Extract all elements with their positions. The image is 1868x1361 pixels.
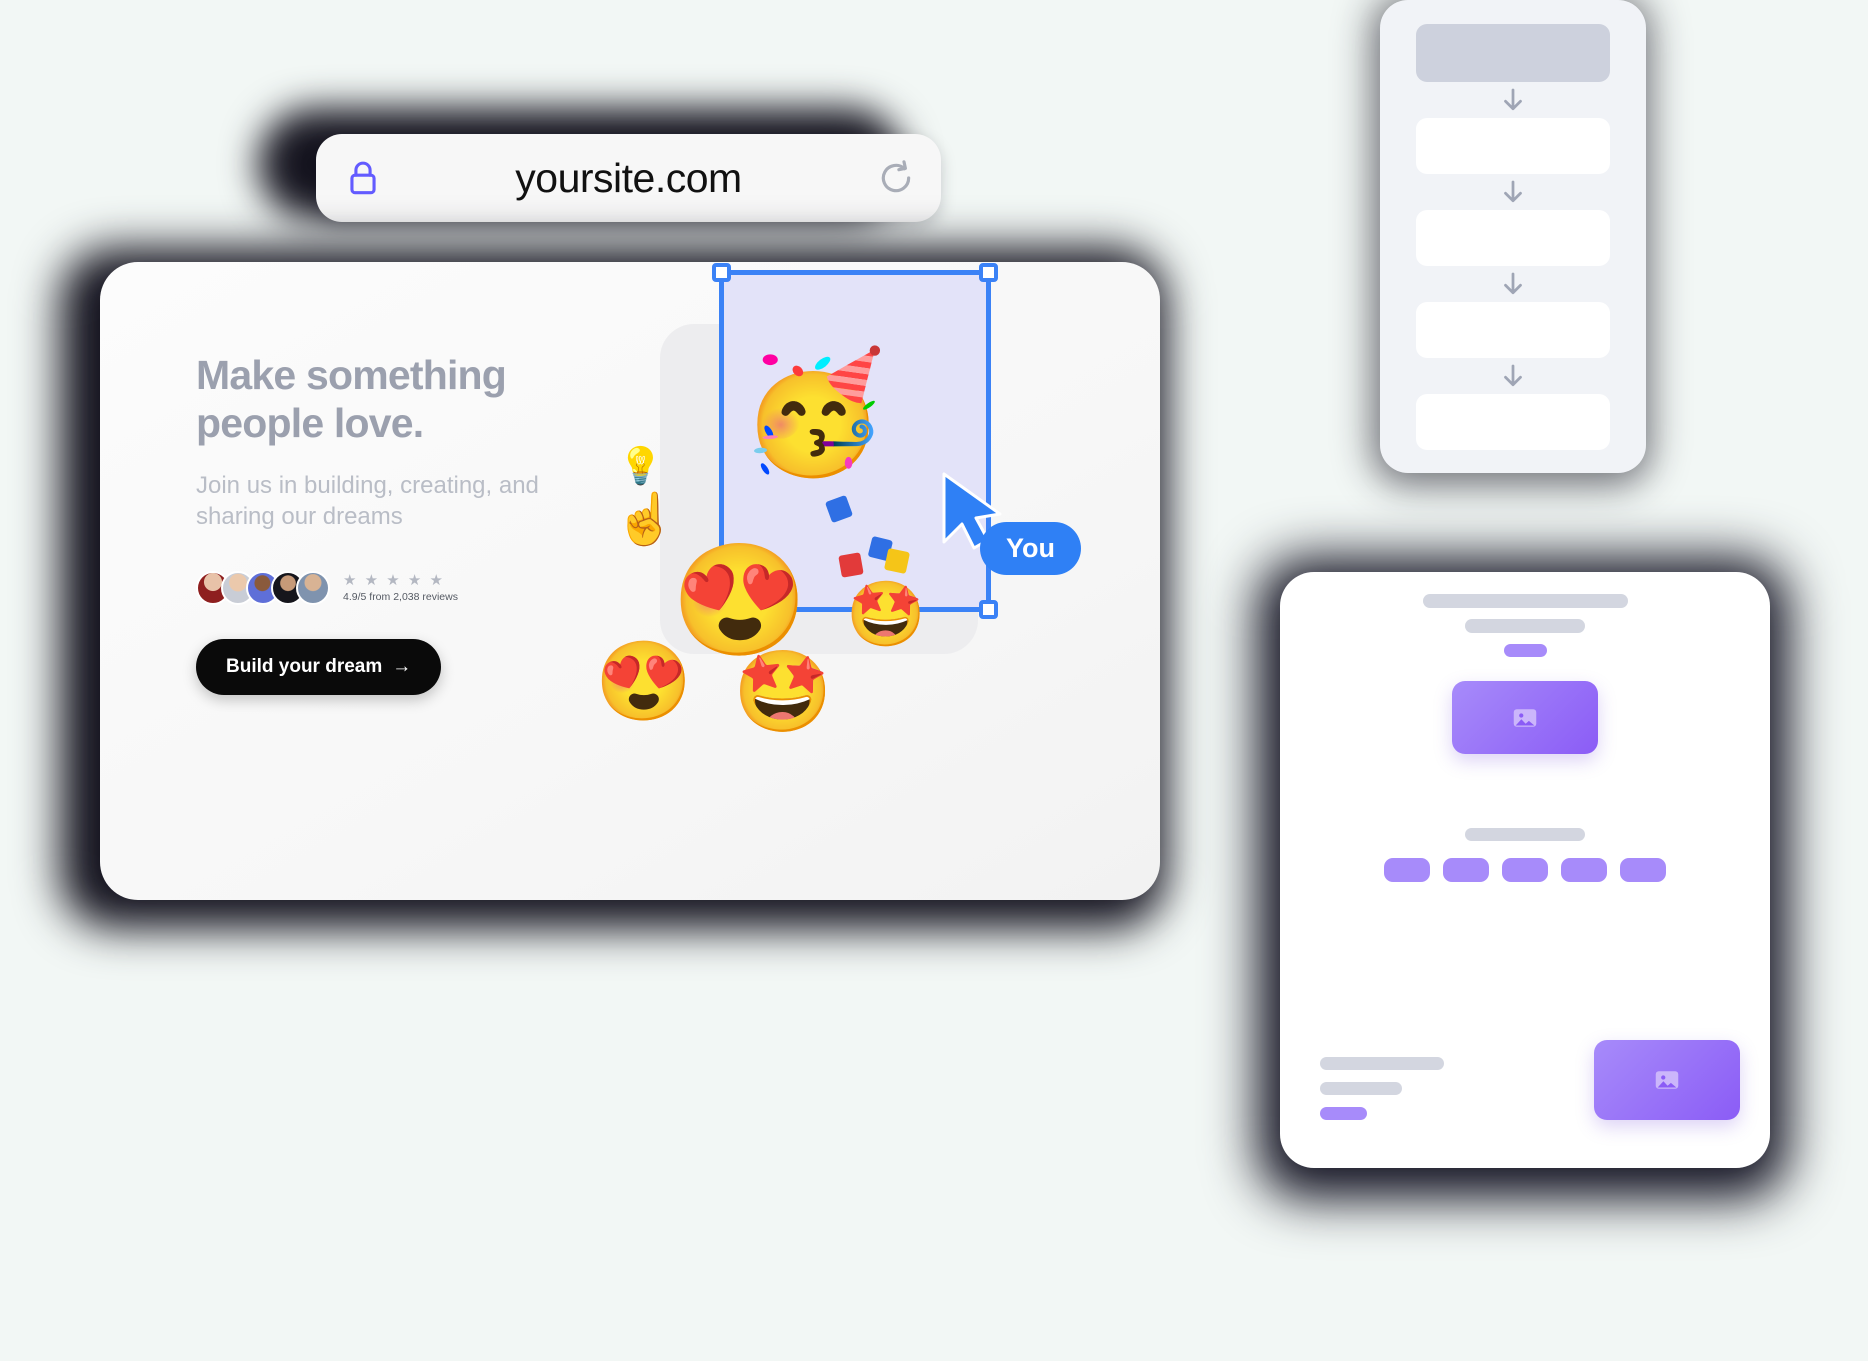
flow-block[interactable]	[1416, 210, 1610, 266]
arrow-down-icon	[1416, 266, 1610, 302]
memoji-party-face: 🥳	[740, 347, 887, 479]
avatar	[296, 570, 330, 605]
flow-header-block[interactable]	[1416, 24, 1610, 82]
image-placeholder[interactable]	[1452, 681, 1598, 754]
skeleton-line	[1465, 828, 1585, 841]
skeleton-line	[1465, 619, 1585, 633]
pill-item[interactable]	[1502, 858, 1548, 882]
arrow-right-icon: →	[392, 655, 412, 677]
memoji-idea-bulb: 💡	[618, 445, 663, 486]
page-preview-card	[1280, 572, 1770, 1168]
reviews-row: ★ ★ ★ ★ ★ 4.9/5 from 2,038 reviews	[196, 570, 616, 605]
flow-panel	[1380, 0, 1646, 473]
pill-item[interactable]	[1384, 858, 1430, 882]
url-text: yoursite.com	[515, 154, 742, 201]
arrow-down-icon	[1416, 174, 1610, 210]
cta-label: Build your dream	[226, 655, 383, 677]
flow-block[interactable]	[1416, 302, 1610, 358]
lock-icon	[346, 159, 380, 197]
pill-item[interactable]	[1443, 858, 1489, 882]
skeleton-line	[1320, 1057, 1444, 1070]
browser-url-bar[interactable]: yoursite.com	[316, 134, 941, 222]
image-placeholder-icon	[1513, 708, 1537, 727]
arrow-down-icon	[1416, 82, 1610, 118]
website-viewport: Make something people love. Join us in b…	[100, 262, 1160, 900]
hero-section: Make something people love. Join us in b…	[196, 352, 616, 695]
reload-icon[interactable]	[877, 159, 915, 197]
preview-bottom-text	[1320, 1057, 1444, 1120]
preview-mid-section	[1280, 828, 1770, 882]
accent-pill	[1503, 644, 1547, 657]
rating-text: 4.9/5 from 2,038 reviews	[343, 590, 458, 603]
image-placeholder[interactable]	[1594, 1040, 1740, 1120]
skeleton-line	[1320, 1082, 1402, 1095]
pill-item[interactable]	[1561, 858, 1607, 882]
rating-block: ★ ★ ★ ★ ★ 4.9/5 from 2,038 reviews	[343, 573, 458, 603]
arrow-down-icon	[1416, 358, 1610, 394]
pill-item[interactable]	[1620, 858, 1666, 882]
preview-pill-row	[1384, 858, 1666, 882]
preview-bottom-section	[1320, 1040, 1740, 1120]
build-your-dream-button[interactable]: Build your dream →	[196, 638, 442, 695]
preview-top-section	[1280, 594, 1770, 754]
memoji-heart-eyes-beanie: 😍	[595, 637, 693, 725]
memoji-star-struck-gold: 🤩	[733, 647, 833, 736]
resize-handle-bottom-right[interactable]	[979, 600, 998, 619]
skeleton-line	[1422, 594, 1628, 608]
image-placeholder-icon	[1655, 1071, 1679, 1089]
website-preview-card: Make something people love. Join us in b…	[100, 262, 1160, 900]
star-rating-icons: ★ ★ ★ ★ ★	[343, 571, 445, 589]
flow-block[interactable]	[1416, 118, 1610, 174]
flow-block[interactable]	[1416, 394, 1610, 450]
avatar-stack	[196, 570, 330, 605]
resize-handle-top-right[interactable]	[979, 263, 998, 282]
screenshot-stage: yoursite.com Make something people love.…	[0, 0, 1868, 1361]
page-subtitle: Join us in building, creating, and shari…	[196, 472, 539, 530]
page-title: Make something people love.	[196, 352, 507, 446]
cursor-label: You	[980, 522, 1081, 575]
accent-pill	[1320, 1107, 1367, 1120]
memoji-star-struck-cap: 🤩	[846, 578, 926, 650]
memoji-pointing-up: ☝️	[614, 491, 677, 547]
resize-handle-top-left[interactable]	[712, 263, 731, 282]
